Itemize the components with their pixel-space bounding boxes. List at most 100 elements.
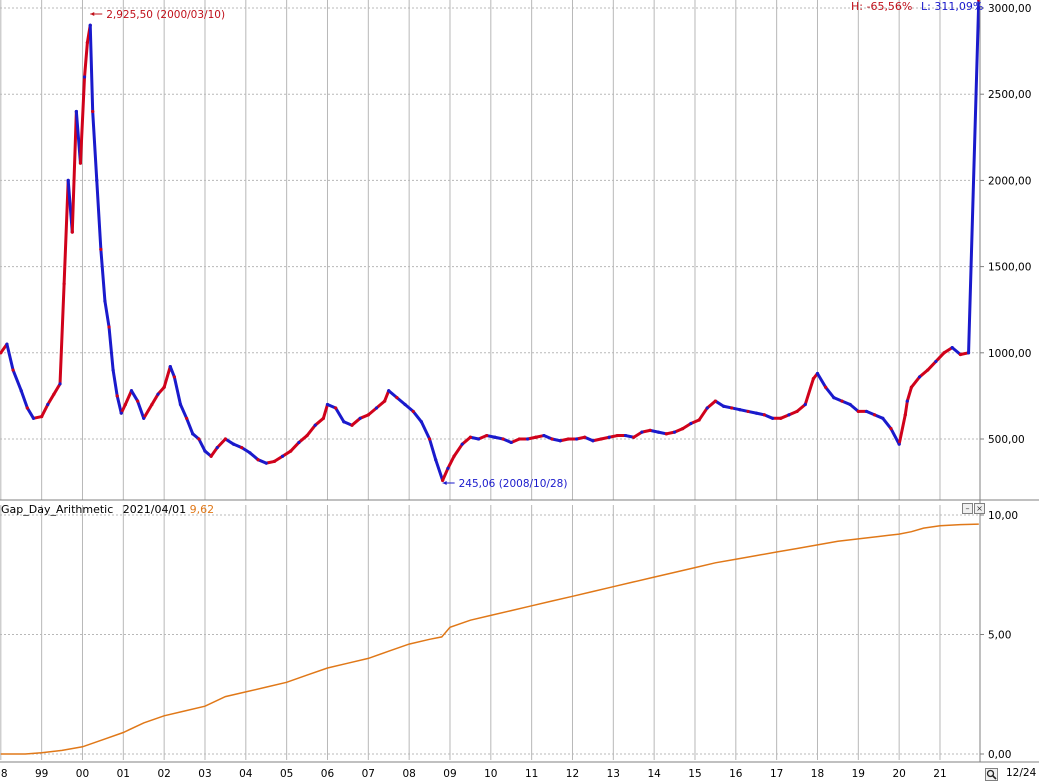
price-point [321, 416, 325, 420]
price-segment [905, 385, 913, 403]
price-point [119, 411, 123, 415]
indicator-y-ticks: 10,00 5,00 0,00 [980, 510, 1018, 761]
price-segment [897, 413, 907, 446]
price-segment [452, 442, 464, 458]
price-point [383, 399, 387, 403]
annotations: 2,925,50 (2000/03/10) 245,06 (2008/10/28) [90, 9, 567, 490]
price-segment [40, 403, 50, 419]
price-segment [795, 403, 807, 413]
price-segment [78, 75, 87, 165]
price-segment [815, 371, 828, 389]
price-point [542, 433, 546, 438]
price-point [770, 416, 775, 420]
x-tick-label: 06 [321, 768, 335, 780]
price-point [156, 392, 160, 396]
x-tick-label: 09 [443, 768, 456, 780]
price-point [607, 435, 611, 439]
price-point [832, 396, 836, 400]
price-point [289, 449, 293, 453]
price-point [889, 427, 893, 431]
price-point [11, 368, 15, 372]
x-tick-label: 99 [35, 768, 48, 780]
indicator-line [0, 523, 979, 755]
price-point [779, 416, 783, 420]
price-point [905, 399, 909, 403]
price-point [82, 75, 87, 79]
price-segment [62, 178, 70, 286]
price-point [599, 437, 603, 441]
y-tick-label: 1500,00 [988, 262, 1031, 274]
price-point [411, 409, 415, 414]
price-segment [705, 399, 717, 410]
price-point [501, 437, 505, 441]
x-tick-label: 11 [525, 768, 538, 780]
price-point [374, 406, 379, 410]
x-tick-label: 15 [688, 768, 701, 780]
price-point [517, 437, 522, 441]
magnifier-icon[interactable] [985, 768, 998, 781]
price-segment [129, 389, 140, 403]
axis-lines [0, 0, 1039, 763]
x-tick-label: 08 [402, 768, 415, 780]
price-point [632, 435, 636, 439]
price-point [62, 282, 66, 286]
minimize-button[interactable]: – [962, 503, 973, 514]
price-segment [334, 406, 346, 424]
price-point [427, 437, 432, 441]
price-point [689, 421, 693, 426]
price-point [387, 389, 391, 393]
price-segment [136, 399, 146, 420]
price-point [903, 413, 907, 417]
price-point [840, 399, 844, 403]
price-point [58, 382, 62, 386]
price-segment [803, 377, 815, 407]
close-button[interactable]: × [974, 503, 985, 514]
price-point [934, 359, 938, 364]
price-segment [918, 368, 930, 379]
price-segment [289, 440, 301, 453]
price-point [150, 402, 154, 407]
price-point [99, 247, 103, 251]
price-point [856, 409, 860, 414]
price-segment [111, 368, 119, 398]
price-segment [909, 375, 922, 389]
price-point [873, 413, 877, 417]
price-segment [162, 365, 172, 389]
indicator-legend[interactable]: Gap_Day_Arithmetic 2021/04/01 9,62 [1, 503, 214, 516]
price-segment [460, 435, 472, 446]
price-point [958, 352, 963, 357]
price-point [419, 420, 423, 424]
chart-canvas[interactable]: 3000,00 2500,00 2000,00 1500,00 1000,00 500,0… [0, 0, 1039, 782]
price-segment [91, 109, 99, 182]
price-point [123, 402, 127, 407]
x-tick-label: 02 [157, 768, 170, 780]
price-point [434, 458, 438, 462]
price-point [446, 466, 450, 470]
price-segment [123, 389, 133, 407]
annotation-label: 2,925,50 (2000/03/10) [106, 9, 225, 21]
y-tick-label: 2500,00 [988, 89, 1031, 101]
price-segment [434, 458, 445, 482]
price-point [452, 454, 456, 458]
price-segment [903, 399, 909, 417]
price-point [25, 406, 29, 410]
price-point [966, 351, 971, 355]
price-point [168, 364, 172, 369]
price-point [476, 437, 481, 441]
x-tick-label: 05 [280, 768, 293, 780]
price-point [172, 375, 176, 379]
price-segment [142, 403, 154, 420]
price-segment [446, 454, 456, 470]
price-point [485, 433, 489, 438]
price-segment [52, 382, 62, 396]
indicator-series [0, 523, 979, 755]
price-point [803, 402, 807, 407]
price-segment [824, 385, 836, 400]
low-change-label: L: 311,09% [921, 0, 983, 13]
indicator-date: 2021/04/01 [122, 503, 187, 516]
price-point [5, 342, 9, 346]
price-segment [419, 420, 432, 441]
price-segment [5, 342, 15, 372]
price-segment [967, 0, 981, 355]
price-point [136, 399, 140, 403]
